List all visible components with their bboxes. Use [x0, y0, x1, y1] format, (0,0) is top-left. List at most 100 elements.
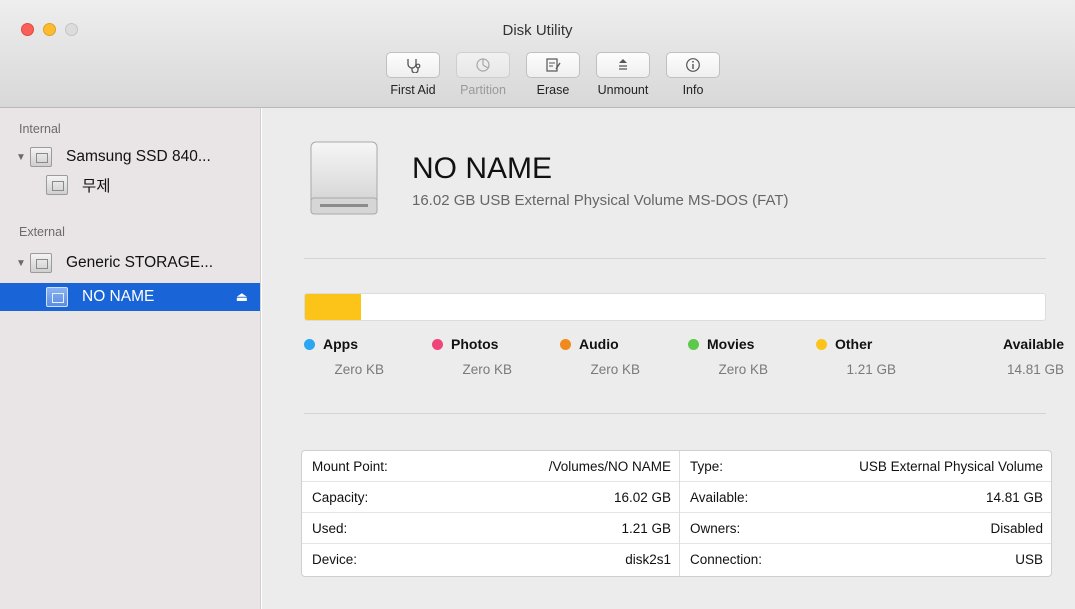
sidebar-item-samsung-ssd[interactable]: ▼ Samsung SSD 840...	[0, 143, 260, 171]
partition-label: Partition	[460, 83, 506, 97]
legend-header: Movies	[688, 336, 813, 352]
legend-header: Available	[944, 336, 1064, 352]
sidebar-item-generic-storage[interactable]: ▼ Generic STORAGE...	[0, 249, 260, 277]
partition-button[interactable]: Partition	[450, 52, 516, 97]
info-value: Disabled	[990, 520, 1043, 536]
legend-color-dot-icon	[688, 338, 699, 350]
divider	[304, 413, 1046, 414]
legend-color-dot-icon	[304, 338, 315, 350]
info-row: Owners: Disabled	[680, 513, 1051, 544]
legend-value: Zero KB	[462, 362, 512, 377]
erase-button-frame[interactable]	[526, 52, 580, 78]
sidebar-item-untitled-volume[interactable]: 무제	[0, 171, 260, 199]
info-row: Connection: USB	[680, 544, 1051, 575]
info-key: Device:	[312, 552, 358, 567]
info-column-right: Type: USB External Physical Volume Avail…	[680, 451, 1051, 576]
info-row: Device: disk2s1	[302, 544, 679, 575]
info-value: USB	[1015, 552, 1043, 567]
unmount-label: Unmount	[597, 83, 649, 97]
main-panel: NO NAME 16.02 GB USB External Physical V…	[262, 108, 1075, 609]
unmount-button[interactable]: Unmount	[590, 52, 656, 97]
info-label: Info	[682, 83, 704, 97]
legend-color-dot-icon	[560, 338, 571, 350]
pie-icon	[476, 58, 490, 72]
info-key: Owners:	[690, 520, 741, 536]
erase-button[interactable]: Erase	[520, 52, 586, 97]
legend-item-movies: Movies Zero KB	[688, 336, 813, 377]
legend-label: Available	[1003, 336, 1064, 352]
first-aid-button[interactable]: First Aid	[380, 52, 446, 97]
internal-disk-icon	[30, 147, 52, 167]
external-disk-icon	[30, 253, 52, 273]
legend-header: Audio	[560, 336, 685, 352]
window-toolbar: Disk Utility First Aid Partition Erase U…	[0, 0, 1075, 108]
unmount-icon	[619, 59, 627, 70]
info-key: Used:	[312, 520, 348, 536]
legend-value: Zero KB	[334, 362, 384, 377]
first-aid-button-frame[interactable]	[386, 52, 440, 78]
info-column-left: Mount Point: /Volumes/NO NAME Capacity: …	[302, 451, 679, 576]
legend-item-apps: Apps Zero KB	[304, 336, 429, 377]
partition-button-frame[interactable]	[456, 52, 510, 78]
legend-value: 1.21 GB	[846, 362, 896, 377]
legend-label: Movies	[707, 336, 755, 352]
info-key: Type:	[690, 458, 724, 474]
volume-drive-icon	[308, 140, 382, 216]
legend-color-dot-icon	[816, 338, 827, 350]
info-value: 1.21 GB	[621, 520, 671, 536]
sidebar-item-label: NO NAME	[82, 288, 155, 305]
info-key: Available:	[690, 489, 749, 505]
legend-label: Photos	[451, 336, 499, 352]
info-value: 14.81 GB	[985, 489, 1043, 505]
info-key: Capacity:	[312, 489, 369, 505]
legend-item-other: Other 1.21 GB	[816, 336, 941, 377]
usage-bar	[304, 293, 1046, 321]
info-row: Used: 1.21 GB	[302, 513, 679, 544]
info-value: 16.02 GB	[613, 489, 671, 505]
stethoscope-icon	[407, 59, 421, 73]
volume-name: NO NAME	[412, 152, 553, 185]
erase-icon	[546, 58, 561, 72]
sidebar-item-label: Generic STORAGE...	[66, 254, 214, 271]
unmount-button-frame[interactable]	[596, 52, 650, 78]
legend-label: Audio	[579, 336, 619, 352]
info-button[interactable]: Info	[660, 52, 726, 97]
legend-value: Zero KB	[590, 362, 640, 377]
info-row: Capacity: 16.02 GB	[302, 482, 679, 513]
sidebar-item-no-name[interactable]: NO NAME ⏏	[0, 283, 260, 311]
usage-segment-other	[305, 294, 361, 320]
divider	[304, 258, 1046, 259]
info-value: USB External Physical Volume	[859, 458, 1043, 474]
volume-icon	[46, 287, 68, 307]
disclosure-triangle-icon[interactable]: ▼	[16, 152, 30, 163]
info-value: /Volumes/NO NAME	[548, 458, 671, 474]
info-key: Mount Point:	[312, 458, 388, 474]
erase-label: Erase	[536, 83, 570, 97]
legend-label: Other	[835, 336, 873, 352]
volume-info-table: Mount Point: /Volumes/NO NAME Capacity: …	[301, 450, 1052, 577]
disclosure-triangle-icon[interactable]: ▼	[16, 258, 30, 269]
info-button-frame[interactable]	[666, 52, 720, 78]
legend-color-dot-icon	[432, 338, 443, 350]
info-row: Available: 14.81 GB	[680, 482, 1051, 513]
legend-header: Other	[816, 336, 941, 352]
volume-icon	[46, 175, 68, 195]
sidebar-section-external: External	[19, 225, 65, 239]
legend-label: Apps	[323, 336, 358, 352]
info-key: Connection:	[690, 552, 763, 567]
info-icon	[686, 58, 700, 72]
toolbar: First Aid Partition Erase Unmount Info	[380, 52, 726, 97]
legend-header: Photos	[432, 336, 557, 352]
sidebar-item-label: Samsung SSD 840...	[66, 148, 211, 165]
first-aid-label: First Aid	[390, 83, 436, 97]
eject-icon[interactable]: ⏏	[236, 289, 248, 305]
legend-value: Zero KB	[718, 362, 768, 377]
info-row: Type: USB External Physical Volume	[680, 451, 1051, 482]
sidebar-item-label: 무제	[82, 178, 111, 195]
window-title: Disk Utility	[502, 22, 573, 39]
sidebar: Internal ▼ Samsung SSD 840... 무제 Externa…	[0, 108, 261, 609]
sidebar-section-internal: Internal	[19, 122, 61, 136]
legend-item-photos: Photos Zero KB	[432, 336, 557, 377]
legend-item-available: Available 14.81 GB	[944, 336, 1069, 377]
legend-item-audio: Audio Zero KB	[560, 336, 685, 377]
